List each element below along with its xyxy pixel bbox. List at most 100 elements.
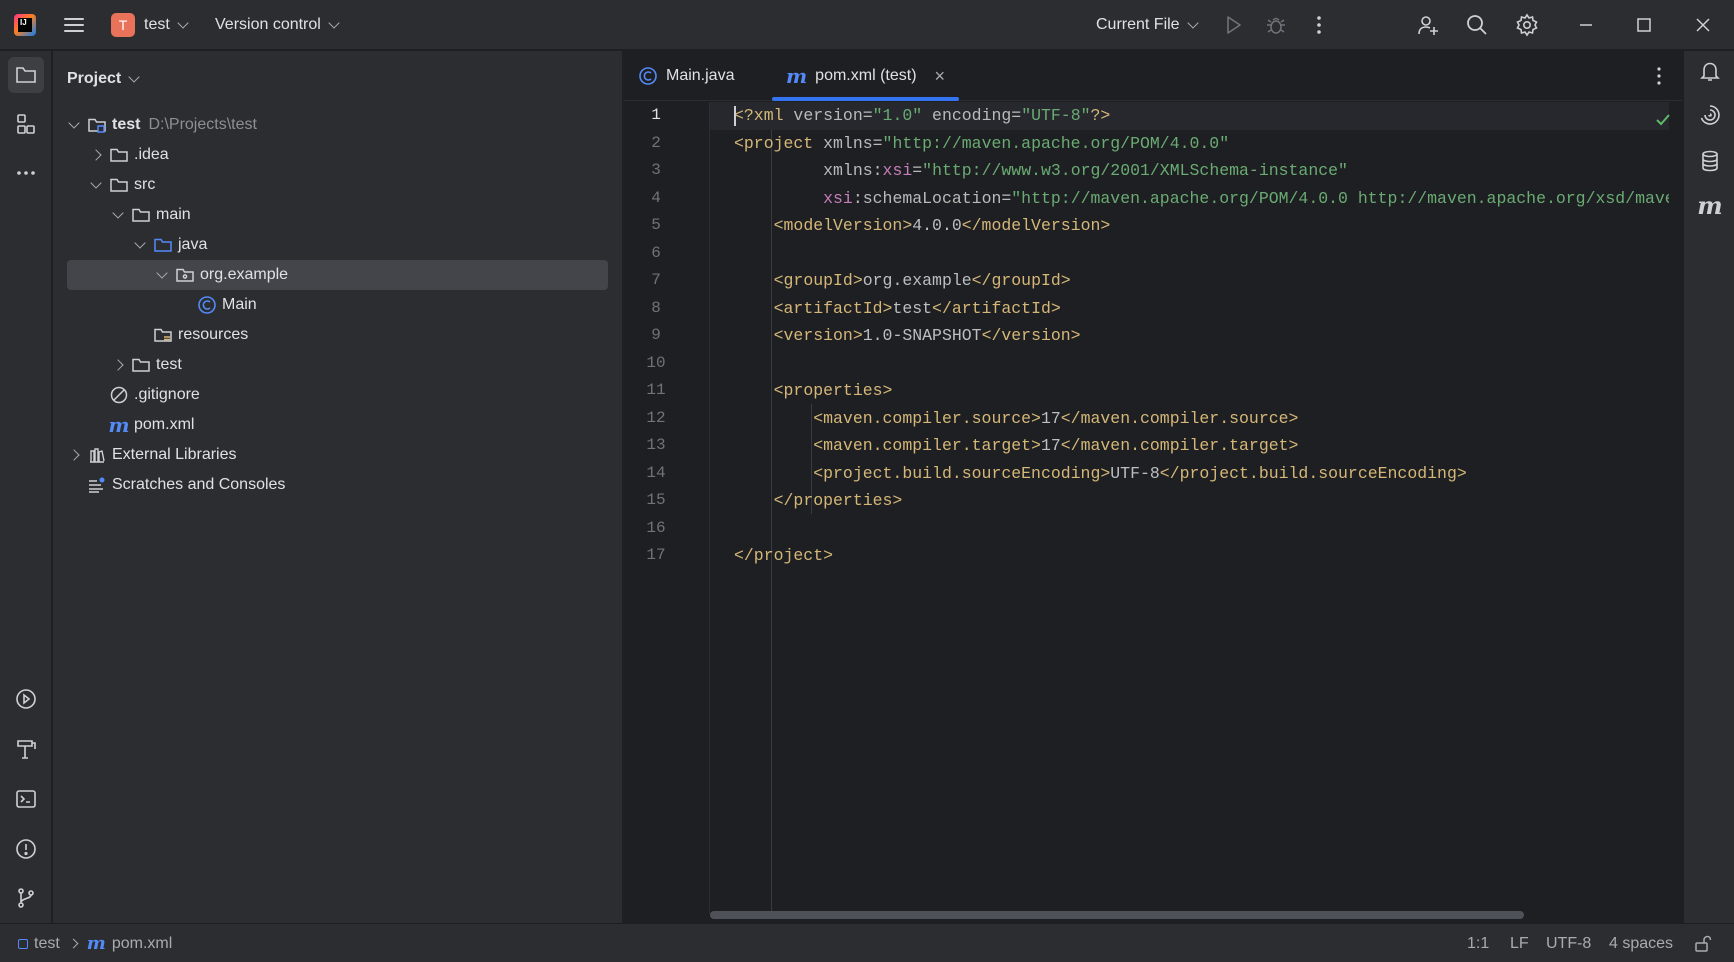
no-problems-check-icon[interactable] (1654, 111, 1672, 134)
chevron-down-icon[interactable] (134, 236, 146, 249)
code-token: xmlns= (823, 133, 883, 153)
notifications-icon[interactable] (1696, 57, 1724, 85)
line-number: 3 (651, 161, 661, 179)
chevron-down-icon[interactable] (112, 206, 124, 219)
scratches-icon (87, 475, 107, 495)
code-token: 1.0-SNAPSHOT (862, 326, 982, 345)
search-icon[interactable] (1464, 12, 1490, 38)
chevron-down-icon[interactable] (156, 266, 168, 279)
structure-icon[interactable] (8, 106, 44, 142)
chevron-down-icon[interactable] (90, 176, 102, 189)
tree-item-src[interactable]: src (53, 170, 623, 200)
tree-item-external-libraries[interactable]: External Libraries (53, 440, 623, 470)
tree-item-label: Scratches and Consoles (112, 476, 286, 493)
run-icon[interactable] (1220, 12, 1246, 38)
project-badge[interactable]: T (111, 13, 135, 37)
maven-icon: m (786, 64, 808, 88)
minimize-icon[interactable] (1573, 12, 1599, 38)
editor-area: Main.java m pom.xml (test) × 1 2 3 4 5 6 7 8 9 10… (624, 51, 1682, 923)
breadcrumb-file[interactable]: pom.xml (112, 935, 172, 953)
maven-tool-icon[interactable]: m (1696, 191, 1724, 220)
settings-icon[interactable] (1514, 12, 1540, 38)
project-tool-icon[interactable] (8, 57, 44, 93)
maximize-icon[interactable] (1631, 12, 1657, 38)
code-token: <maven.compiler.target> (813, 436, 1041, 455)
file-encoding[interactable]: UTF-8 (1546, 924, 1591, 962)
more-options-icon[interactable] (1306, 12, 1332, 38)
tree-item-pom-xml[interactable]: m pom.xml (53, 410, 623, 440)
project-view-selector[interactable]: Project (67, 70, 140, 88)
run-configuration-selector[interactable]: Current File (1096, 0, 1199, 50)
tree-item-label: src (134, 176, 156, 193)
tree-item-label: resources (178, 326, 249, 343)
version-control-menu[interactable]: Version control (215, 0, 340, 50)
database-icon[interactable] (1696, 147, 1724, 175)
chevron-right-icon[interactable] (68, 449, 80, 461)
code-line: <version>1.0-SNAPSHOT</version> (710, 322, 1669, 350)
code-line: <artifactId>test</artifactId> (710, 295, 1669, 323)
problems-icon[interactable] (8, 831, 44, 867)
code-token: </groupId> (971, 271, 1071, 290)
code-token: encoding= (922, 106, 1022, 125)
add-user-icon[interactable] (1415, 12, 1441, 38)
chevron-down-icon[interactable] (68, 116, 80, 129)
chevron-right-icon[interactable] (112, 359, 124, 371)
tree-item-gitignore[interactable]: .gitignore (53, 380, 623, 410)
text-caret (734, 106, 736, 126)
tree-item-test[interactable]: test D:\Projects\test (53, 110, 623, 140)
more-tool-windows-icon[interactable] (8, 155, 44, 191)
code-token: <properties> (773, 381, 893, 400)
tree-item-main[interactable]: main (53, 200, 623, 230)
tab-main-java[interactable]: Main.java (638, 51, 734, 101)
line-number: 16 (646, 518, 666, 537)
build-icon[interactable] (8, 731, 44, 767)
line-number: 6 (651, 243, 661, 262)
services-icon[interactable] (8, 681, 44, 717)
chevron-right-icon[interactable] (90, 149, 102, 161)
intellij-logo-icon[interactable]: IJ (14, 14, 36, 36)
tree-item-java[interactable]: java (53, 230, 623, 260)
caret-position[interactable]: 1:1 (1467, 924, 1489, 962)
java-class-icon (197, 295, 217, 315)
ignore-file-icon (109, 385, 129, 405)
read-only-toggle-icon[interactable] (1693, 924, 1713, 962)
code-token: :schemaLocation= (852, 188, 1012, 208)
terminal-icon[interactable] (8, 781, 44, 817)
indent-setting[interactable]: 4 spaces (1609, 924, 1673, 962)
tree-item-org-example[interactable]: org.example (67, 260, 608, 290)
code-token: "UTF-8" (1021, 106, 1091, 125)
tab-pom-xml[interactable]: m pom.xml (test) × (772, 51, 960, 101)
git-icon[interactable] (8, 880, 44, 916)
panel-title: Project (67, 70, 122, 87)
code-line: <properties> (710, 377, 1669, 405)
code-token: UTF-8 (1110, 463, 1160, 483)
close-tab-icon[interactable]: × (935, 66, 946, 87)
line-separator[interactable]: LF (1510, 924, 1529, 962)
code-editor[interactable]: <?xml version="1.0" encoding="UTF-8"?> <p… (709, 102, 1669, 914)
code-line: <project xmlns="http://maven.apache.org/… (710, 130, 1669, 158)
tree-item-test[interactable]: test (53, 350, 623, 380)
project-name: test (144, 16, 170, 33)
code-line: <modelVersion>4.0.0</modelVersion> (710, 212, 1669, 240)
project-switcher[interactable]: test (144, 0, 189, 50)
tree-item-main[interactable]: Main (53, 290, 623, 320)
breadcrumb-project[interactable]: test (34, 935, 60, 953)
tree-item-scratches-and-consoles[interactable]: Scratches and Consoles (53, 470, 623, 500)
code-line: <?xml version="1.0" encoding="UTF-8"?> (710, 102, 1669, 130)
debug-icon[interactable] (1263, 12, 1289, 38)
editor-more-icon[interactable] (1646, 63, 1672, 89)
main-menu-icon[interactable] (62, 14, 86, 36)
folder-icon (131, 355, 151, 375)
title-bar: IJ T test Version control Current File (0, 0, 1734, 50)
close-icon[interactable] (1690, 12, 1716, 38)
chevron-down-icon (128, 70, 140, 83)
horizontal-scrollbar[interactable] (710, 911, 1524, 919)
tab-label: Main.java (666, 67, 735, 84)
tree-item-resources[interactable]: resources (53, 320, 623, 350)
code-token: <modelVersion> (773, 216, 913, 235)
ai-assistant-icon[interactable] (1696, 101, 1724, 129)
tree-item-idea[interactable]: .idea (53, 140, 623, 170)
folder-icon (109, 145, 129, 165)
